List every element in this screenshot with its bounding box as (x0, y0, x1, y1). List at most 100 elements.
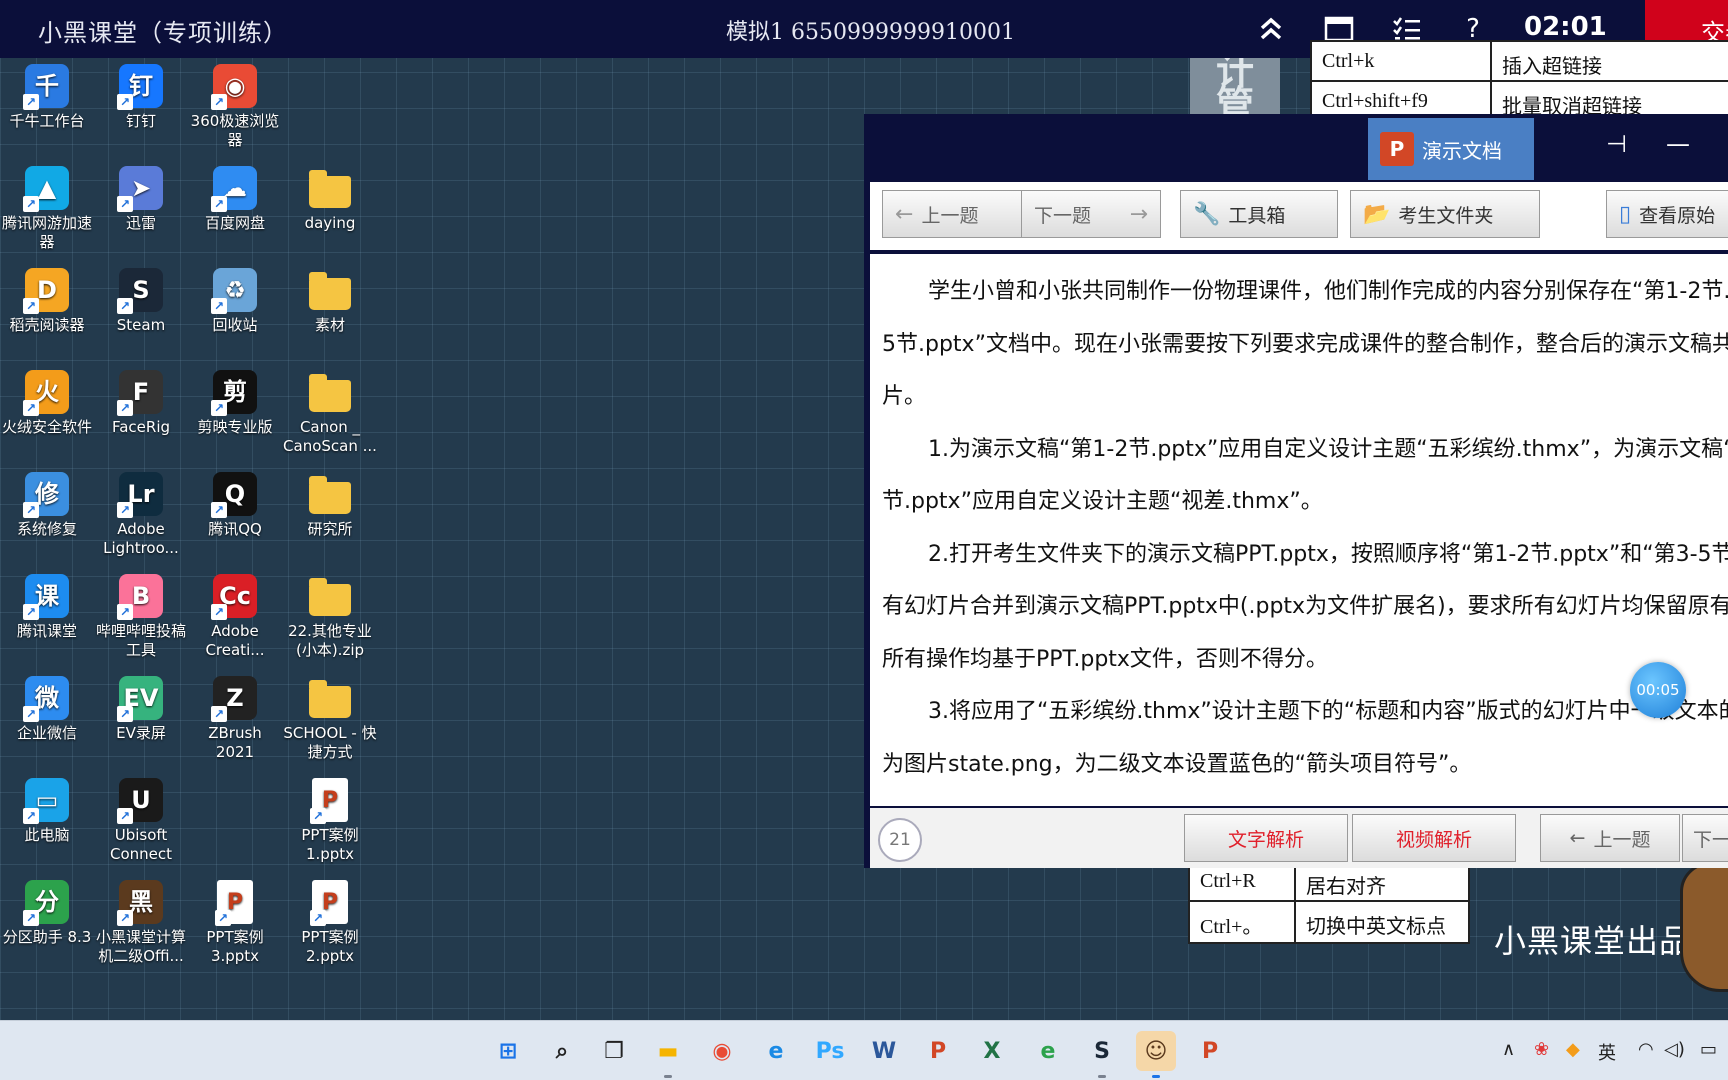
desktop-icon[interactable]: ➤ ↗ 迅雷 (94, 166, 188, 233)
desktop-icon[interactable]: F ↗ FaceRig (94, 370, 188, 437)
app-green-icon[interactable]: e (1028, 1031, 1068, 1071)
desktop-icon-label: 钉钉 (125, 112, 156, 130)
edge-icon[interactable]: e (756, 1031, 796, 1071)
desktop-icon[interactable]: Cc ↗ Adobe Creati... (188, 574, 282, 660)
footer-prev-button[interactable]: ← 上一题 (1540, 814, 1680, 862)
desktop-icon[interactable]: B ↗ 哔哩哔哩投稿工具 (94, 574, 188, 660)
tray-chevron-icon[interactable]: ∧ (1502, 1039, 1515, 1060)
volume-icon[interactable]: ◁) (1664, 1039, 1685, 1060)
minimize-icon[interactable]: — (1666, 130, 1690, 158)
video-analysis-button[interactable]: 视频解析 (1352, 814, 1516, 862)
file-explorer-icon[interactable]: ▬ (648, 1031, 688, 1078)
desktop-icon[interactable]: P ↗ PPT案例2.pptx (283, 880, 377, 966)
desktop-icon[interactable]: 研究所 (283, 472, 377, 539)
footer-next-button[interactable]: 下一题 (1682, 814, 1728, 862)
desktop-icon-label: 腾讯网游加速器 (1, 214, 92, 251)
app-icon: 修 ↗ (23, 472, 69, 518)
desktop-icon[interactable]: U ↗ Ubisoft Connect (94, 778, 188, 864)
desktop-icon[interactable]: 千 ↗ 千牛工作台 (0, 64, 94, 131)
app-icon: ➤ ↗ (117, 166, 163, 212)
desktop-icon[interactable]: EV ↗ EV录屏 (94, 676, 188, 743)
start-icon[interactable]: ⊞ (488, 1031, 528, 1071)
desktop-icon[interactable]: ♻ ↗ 回收站 (188, 268, 282, 335)
pptx-file-icon: P ↗ (310, 778, 348, 824)
desktop-icon[interactable]: Lr ↗ Adobe Lightroo... (94, 472, 188, 558)
app-icon: Z ↗ (211, 676, 257, 722)
word-icon[interactable]: W (864, 1031, 904, 1071)
desktop-icon[interactable]: 课 ↗ 腾讯课堂 (0, 574, 94, 641)
xiaohei-icon[interactable]: ☺ (1136, 1031, 1176, 1078)
task-view-icon[interactable]: ❐ (594, 1031, 634, 1071)
next-question-button[interactable]: 下一题 → (1021, 190, 1161, 238)
battery-icon[interactable]: ▭ (1700, 1039, 1717, 1060)
desktop-icon[interactable]: 钉 ↗ 钉钉 (94, 64, 188, 131)
desktop-icon[interactable]: 22.其他专业(小本).zip (283, 574, 377, 660)
folder-icon (309, 272, 351, 310)
collapse-up-icon[interactable] (1254, 12, 1288, 46)
tray-app-icon[interactable]: ❀ (1534, 1039, 1549, 1060)
steam-icon[interactable]: S (1082, 1031, 1122, 1078)
student-folder-button[interactable]: 📂 考生文件夹 (1350, 190, 1540, 238)
desktop-icon[interactable]: 剪 ↗ 剪映专业版 (188, 370, 282, 437)
question-paragraph: 1.为演示文稿“第1-2节.pptx”应用自定义设计主题“五彩缤纷.thmx”，… (882, 436, 1728, 515)
desktop-icon[interactable]: P ↗ PPT案例3.pptx (188, 880, 282, 966)
toolbox-button[interactable]: 🔧 工具箱 (1180, 190, 1338, 238)
desktop-icon[interactable]: D ↗ 稻壳阅读器 (0, 268, 94, 335)
desktop-icon-label: Steam (116, 316, 166, 334)
desktop-icon-label: 分区助手 8.3 (2, 928, 92, 946)
tab-presentation-doc[interactable]: P 演示文档 (1368, 118, 1534, 180)
desktop-icon[interactable]: 分 ↗ 分区助手 8.3 (0, 880, 94, 947)
desktop-icon-label: ZBrush 2021 (208, 724, 262, 761)
floating-timer-bubble[interactable]: 00:05 (1630, 662, 1686, 718)
desktop-icon-label: 火绒安全软件 (1, 418, 92, 436)
excel-icon[interactable]: X (972, 1031, 1012, 1071)
desktop-icon[interactable]: 黑 ↗ 小黑课堂计算机二级Offi... (94, 880, 188, 966)
desktop-icon[interactable]: ▭ ↗ 此电脑 (0, 778, 94, 845)
pin-icon[interactable]: ⊣ (1606, 130, 1627, 158)
prev-question-button[interactable]: ← 上一题 (882, 190, 1022, 238)
app-icon: F ↗ (117, 370, 163, 416)
desktop-icon[interactable]: ☁ ↗ 百度网盘 (188, 166, 282, 233)
desktop-icon[interactable]: 火 ↗ 火绒安全软件 (0, 370, 94, 437)
desktop-icon[interactable]: Canon _ CanoScan ... (283, 370, 377, 456)
app-icon: B ↗ (117, 574, 163, 620)
desktop-icon-label: 小黑课堂计算机二级Offi... (95, 928, 186, 965)
powerpoint-icon[interactable]: P (918, 1031, 958, 1071)
desktop-icon[interactable]: 修 ↗ 系统修复 (0, 472, 94, 539)
desktop-icon[interactable]: Z ↗ ZBrush 2021 (188, 676, 282, 762)
ime-indicator[interactable]: 英 (1598, 1039, 1616, 1065)
app-icon: 课 ↗ (23, 574, 69, 620)
desktop-icon-label: 腾讯QQ (208, 520, 262, 538)
tray-security-icon[interactable]: ◆ (1566, 1039, 1580, 1060)
desktop-icon[interactable]: ◉ ↗ 360极速浏览器 (188, 64, 282, 150)
browser-360-icon[interactable]: ◉ (702, 1031, 742, 1071)
desktop-icon[interactable]: S ↗ Steam (94, 268, 188, 335)
search-icon[interactable]: ⌕ (542, 1031, 582, 1071)
desktop-icon[interactable]: Q ↗ 腾讯QQ (188, 472, 282, 539)
photoshop-icon[interactable]: Ps (810, 1031, 850, 1071)
app-icon: Lr ↗ (117, 472, 163, 518)
desktop-icon-label: Canon _ CanoScan ... (283, 418, 377, 455)
folder-icon (309, 578, 351, 616)
view-original-button[interactable]: ▯ 查看原始 (1606, 190, 1728, 238)
running-indicator (664, 1075, 672, 1078)
exam-ppt-icon[interactable]: P (1190, 1031, 1230, 1071)
table-row: Ctrl+R 居右对齐 (1190, 862, 1468, 902)
wrench-icon: 🔧 (1193, 201, 1221, 227)
wifi-icon[interactable]: ◠ (1638, 1039, 1654, 1060)
desktop-icon[interactable]: daying (283, 166, 377, 233)
question-toolbar: ← 上一题 下一题 → 🔧 工具箱 📂 考生文件夹 ▯ 查看原始 (870, 182, 1728, 250)
app-icon: Cc ↗ (211, 574, 257, 620)
desktop-icon[interactable]: 微 ↗ 企业微信 (0, 676, 94, 743)
app-icon: S ↗ (117, 268, 163, 314)
desktop-icon[interactable]: SCHOOL - 快捷方式 (283, 676, 377, 762)
desktop-icon[interactable]: 素材 (283, 268, 377, 335)
desktop-icon-label: 企业微信 (16, 724, 77, 742)
desktop-icon[interactable]: ▲ ↗ 腾讯网游加速器 (0, 166, 94, 252)
desktop-icon-label: PPT案例2.pptx (301, 928, 359, 965)
app-icon: 黑 ↗ (117, 880, 163, 926)
desktop-icon[interactable]: P ↗ PPT案例1.pptx (283, 778, 377, 864)
desktop-icon-label: Ubisoft Connect (109, 826, 173, 863)
text-analysis-button[interactable]: 文字解析 (1184, 814, 1348, 862)
shortcut-arrow-icon: ↗ (117, 910, 133, 926)
